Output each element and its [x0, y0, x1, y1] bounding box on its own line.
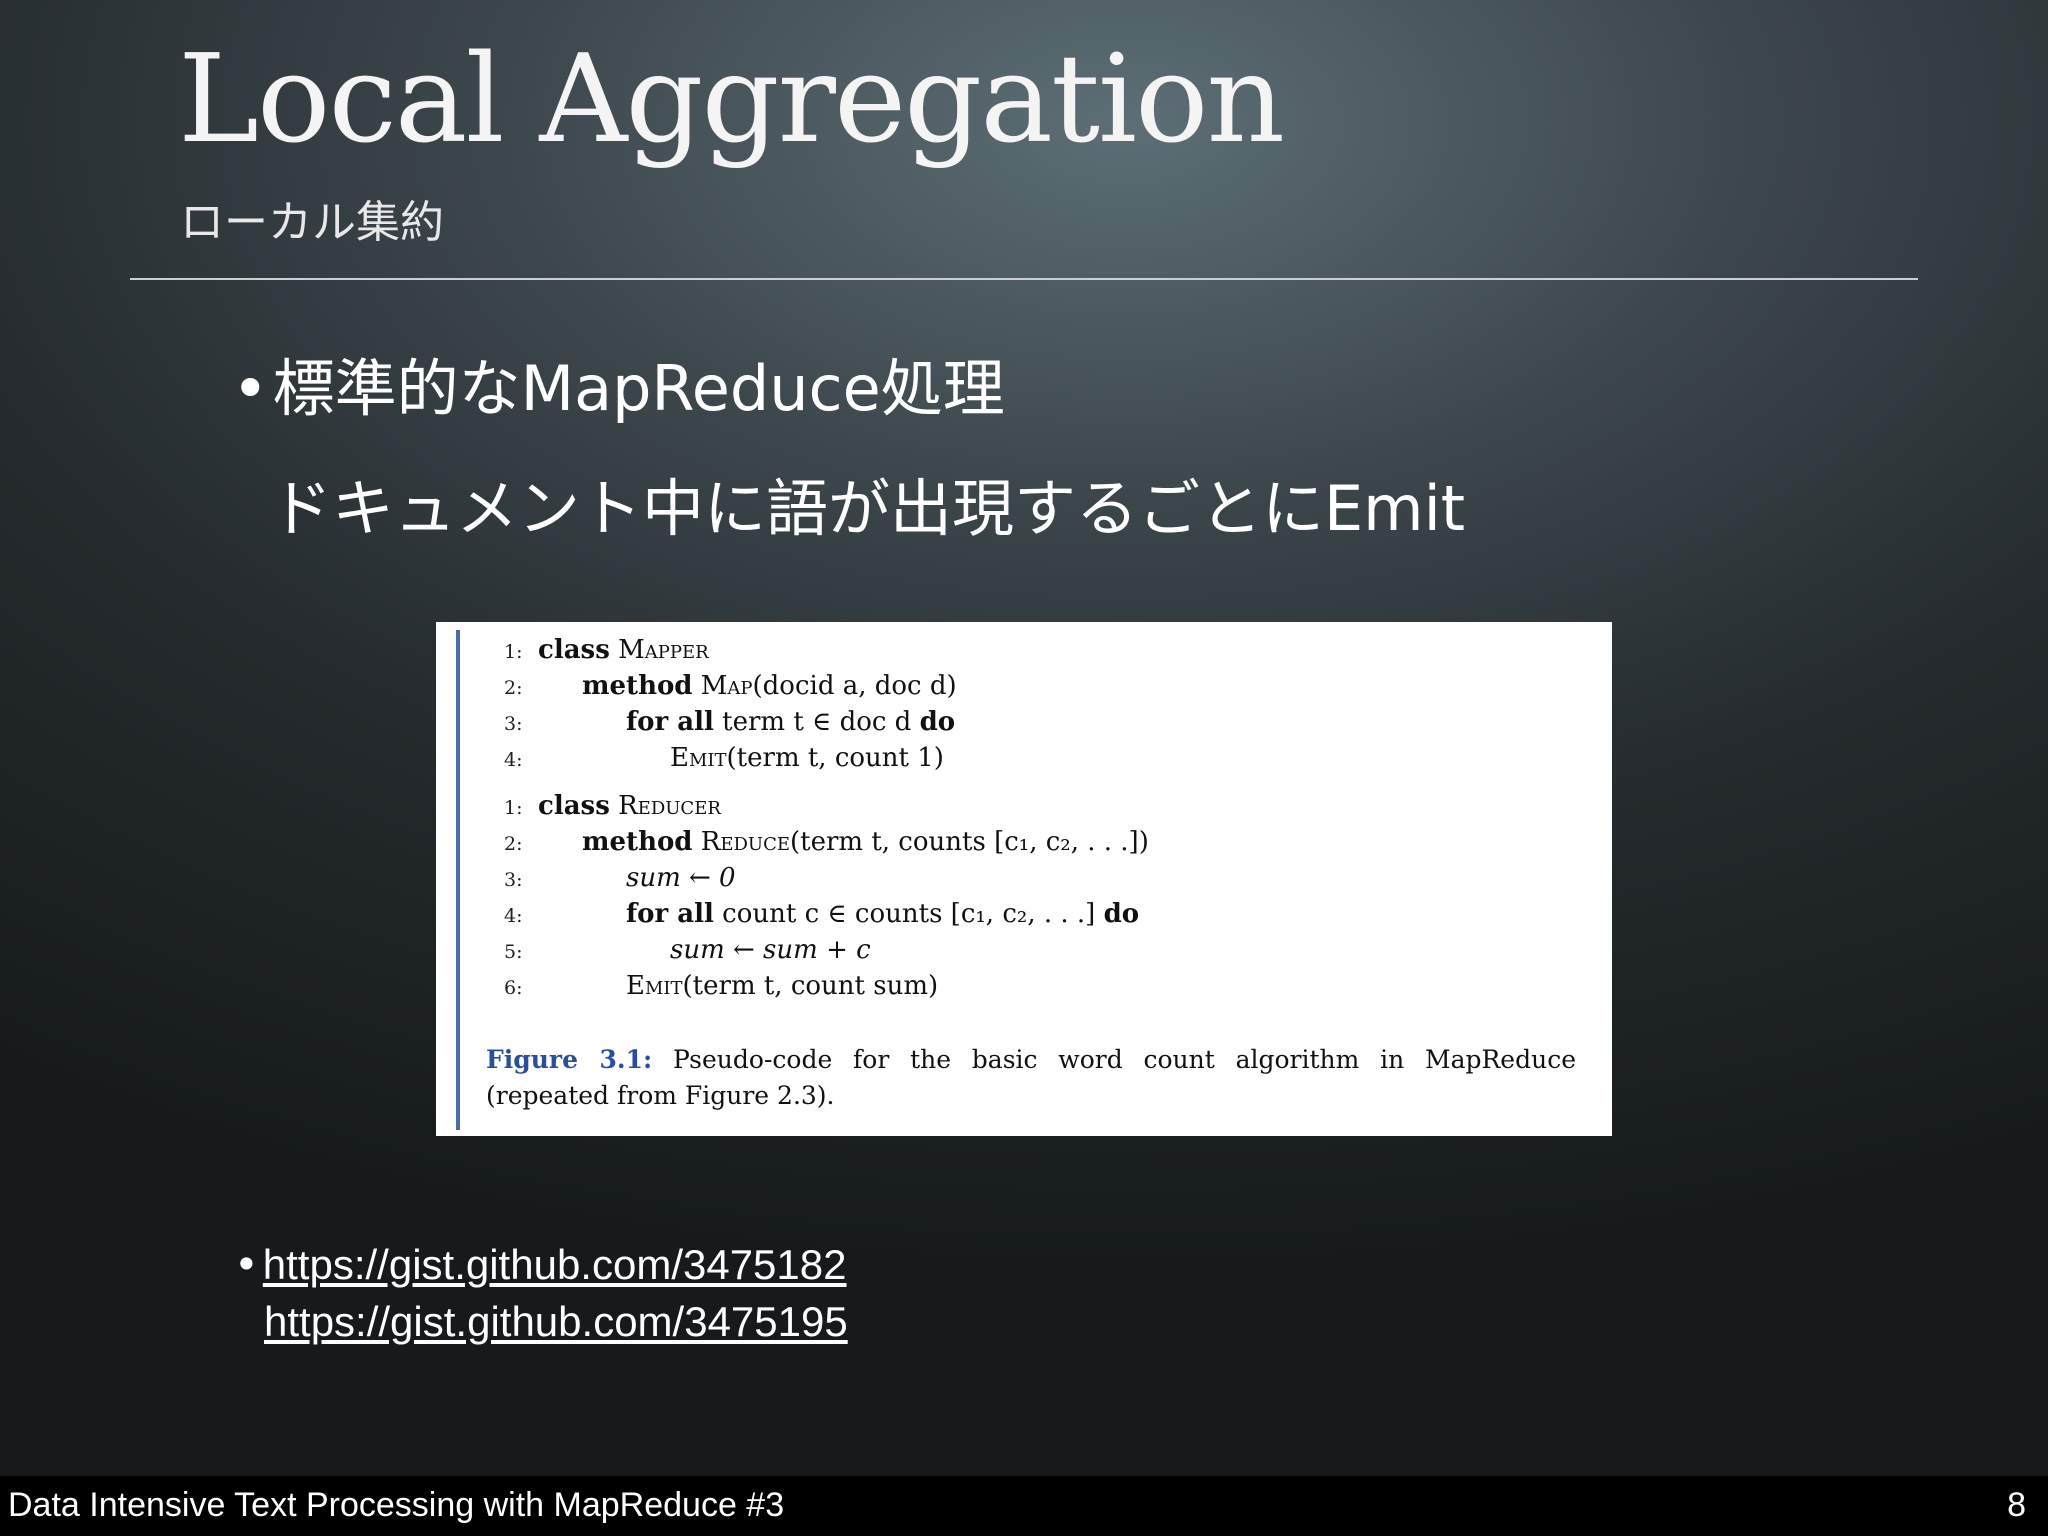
- line-number: 6:: [504, 977, 523, 999]
- gist-link-2[interactable]: https://gist.github.com/3475195: [264, 1298, 848, 1346]
- code-text: sum ← sum + c: [670, 935, 871, 965]
- line-number: 2:: [504, 833, 523, 855]
- bullet-dot: •: [234, 1240, 259, 1289]
- identifier: Emit: [626, 971, 683, 1001]
- keyword: for all: [626, 899, 714, 929]
- keyword: class: [538, 635, 610, 665]
- code-text: sum ← 0: [626, 863, 736, 893]
- code-line: 5: sum ← sum + c: [504, 932, 871, 968]
- slide-subtitle: ローカル集約: [180, 197, 444, 248]
- keyword: for all: [626, 707, 714, 737]
- page-number: 8: [2007, 1486, 2026, 1524]
- line-number: 2:: [504, 677, 523, 699]
- figure-caption: Figure 3.1: Pseudo-code for the basic wo…: [486, 1042, 1576, 1114]
- bullet-item-standard-mapreduce: •標準的なMapReduce処理: [232, 338, 1005, 428]
- code-line: 1: class Reducer: [504, 788, 721, 824]
- code-line: 3: for all term t ∈ doc d do: [504, 704, 955, 740]
- keyword: method: [582, 671, 693, 701]
- code-line: 2: method Map(docid a, doc d): [504, 668, 957, 704]
- line-number: 3:: [504, 869, 523, 891]
- code-text: count c ∈ counts [c₁, c₂, . . .]: [722, 899, 1096, 929]
- bullet-dot: •: [232, 352, 269, 425]
- keyword: method: [582, 827, 693, 857]
- bullet-item-links: •https://gist.github.com/3475182: [234, 1240, 847, 1289]
- footer-title: Data Intensive Text Processing with MapR…: [8, 1486, 785, 1524]
- code-line: 6: Emit(term t, count sum): [504, 968, 938, 1004]
- bullet-text: 標準的なMapReduce処理: [272, 352, 1005, 425]
- code-text: (docid a, doc d): [752, 671, 957, 701]
- line-number: 1:: [504, 797, 523, 819]
- identifier: Mapper: [618, 635, 709, 665]
- identifier: Reducer: [618, 791, 721, 821]
- code-text: (term t, count sum): [682, 971, 939, 1001]
- code-line: 1: class Mapper: [504, 632, 709, 668]
- keyword: class: [538, 791, 610, 821]
- title-divider: [130, 278, 1918, 280]
- line-number: 5:: [504, 941, 523, 963]
- line-number: 3:: [504, 713, 523, 735]
- figure-accent-bar: [456, 630, 460, 1130]
- pseudo-code-figure: 1: class Mapper 2: method Map(docid a, doc…: [436, 622, 1612, 1136]
- code-text: term t ∈ doc d: [722, 707, 912, 737]
- code-line: 3: sum ← 0: [504, 860, 736, 896]
- line-number: 1:: [504, 641, 523, 663]
- keyword: do: [1103, 899, 1140, 929]
- identifier: Map: [700, 671, 753, 701]
- code-line: 4: for all count c ∈ counts [c₁, c₂, . . …: [504, 896, 1139, 932]
- identifier: Emit: [670, 743, 727, 773]
- code-line: 2: method Reduce(term t, counts [c₁, c₂, …: [504, 824, 1149, 860]
- bullet-subtext: ドキュメント中に語が出現するごとにEmit: [270, 472, 1466, 545]
- line-number: 4:: [504, 905, 523, 927]
- identifier: Reduce: [700, 827, 790, 857]
- code-text: (term t, count 1): [726, 743, 944, 773]
- gist-link-1[interactable]: https://gist.github.com/3475182: [263, 1241, 847, 1288]
- code-line: 4: Emit(term t, count 1): [504, 740, 944, 776]
- slide-title: Local Aggregation: [178, 28, 1285, 170]
- line-number: 4:: [504, 749, 523, 771]
- keyword: do: [919, 707, 956, 737]
- code-text: (term t, counts [c₁, c₂, . . .]): [790, 827, 1149, 857]
- figure-caption-label: Figure 3.1:: [486, 1045, 653, 1074]
